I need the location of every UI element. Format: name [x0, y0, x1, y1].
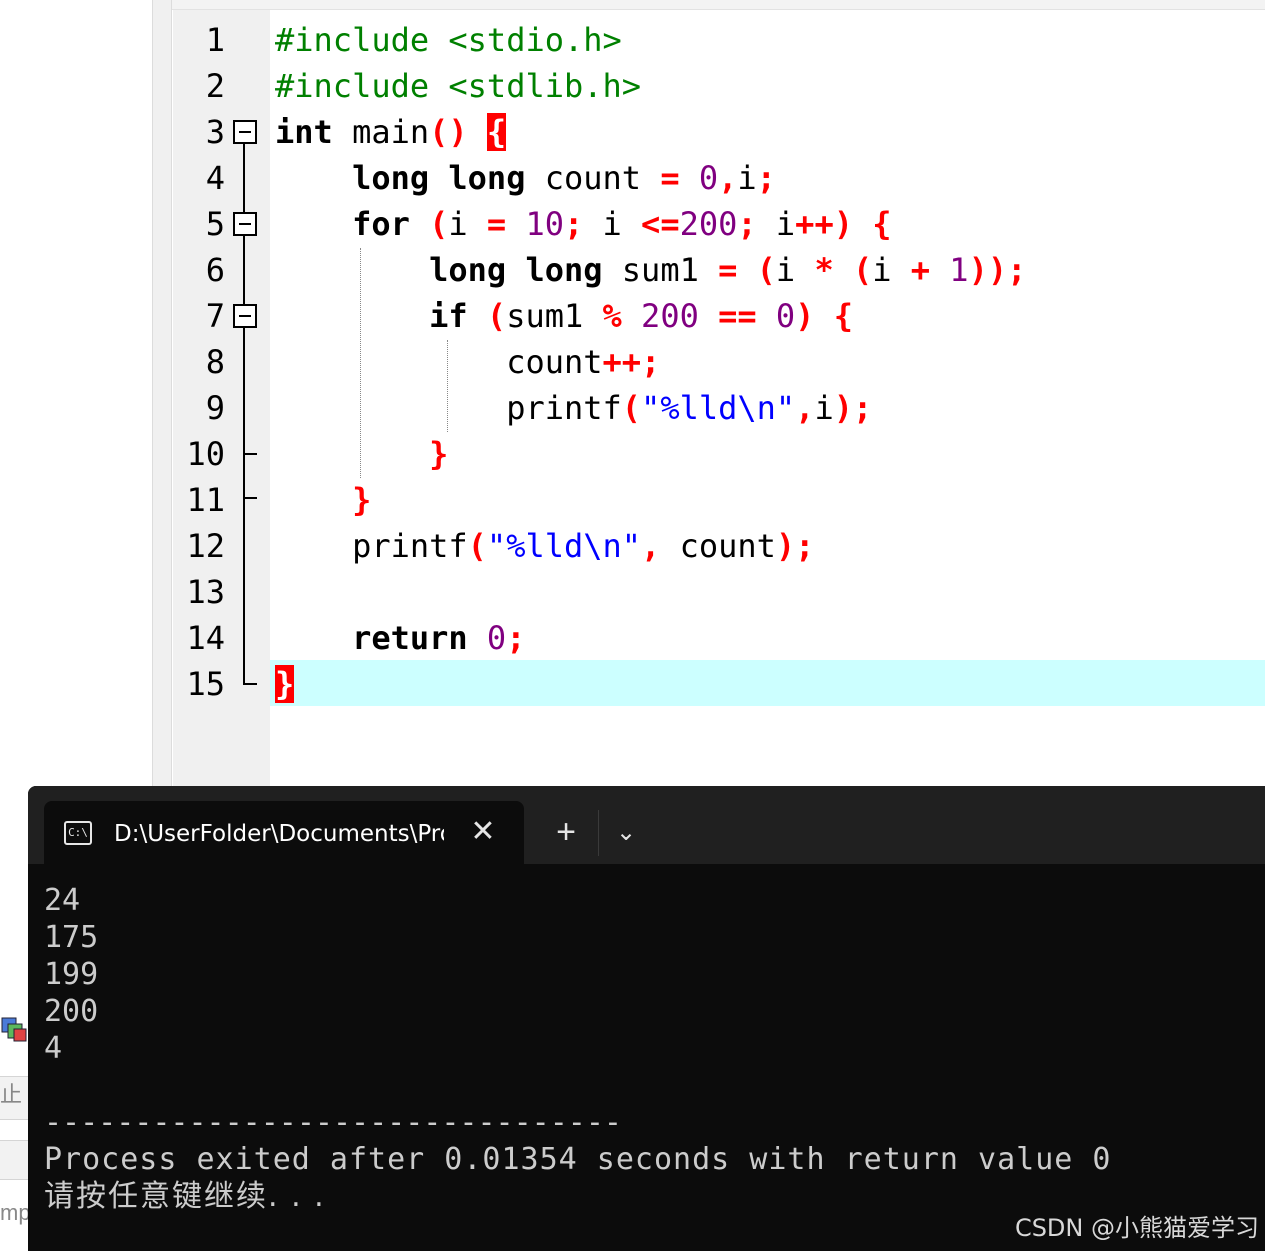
line-number: 3 — [205, 113, 225, 151]
code-line: count++; — [275, 343, 661, 381]
output-separator: -------------------------------- — [44, 1105, 622, 1140]
chevron-down-icon[interactable]: ⌄ — [610, 814, 642, 852]
code-line: #include <stdlib.h> — [275, 67, 642, 105]
project-icon[interactable] — [0, 1014, 28, 1044]
left-panel-fragment: 止 — [0, 1082, 23, 1107]
output-line: 24 — [44, 883, 81, 918]
press-key-message: 请按任意键继续. . . — [44, 1179, 326, 1214]
line-number: 13 — [186, 573, 225, 611]
line-number: 4 — [205, 159, 225, 197]
left-panel-fragment: mp — [0, 1200, 28, 1225]
watermark: CSDN @小熊猫爱学习 — [1014, 1214, 1259, 1242]
line-number: 10 — [186, 435, 225, 473]
line-number: 14 — [186, 619, 225, 657]
close-tab-button[interactable]: ✕ — [468, 813, 498, 851]
fold-end-marker — [243, 497, 257, 499]
code-line: return 0; — [352, 619, 526, 657]
terminal-window[interactable]: C:\ D:\UserFolder\Documents\Pro ✕ + ⌄ 24… — [28, 786, 1265, 1251]
line-number: 11 — [186, 481, 225, 519]
fold-end-marker — [243, 683, 257, 685]
output-line: 4 — [44, 1031, 63, 1066]
line-number: 5 — [205, 205, 225, 243]
line-number: 8 — [205, 343, 225, 381]
line-number: 12 — [186, 527, 225, 565]
tab-title: D:\UserFolder\Documents\Pro — [114, 821, 444, 847]
code-line: } — [352, 481, 372, 519]
output-line: 199 — [44, 957, 99, 992]
top-strip — [0, 0, 1265, 10]
fold-toggle-icon[interactable] — [233, 212, 257, 236]
fold-toggle-icon[interactable] — [233, 304, 257, 328]
code-line: long long sum1 = (i * (i + 1)); — [429, 251, 1027, 289]
code-line: for (i = 10; i <=200; i++) { — [352, 205, 892, 243]
fold-end-marker — [243, 453, 257, 455]
console-icon: C:\ — [64, 821, 92, 845]
current-line-highlight — [270, 660, 1265, 706]
code-line: } — [429, 435, 449, 473]
code-line: #include <stdio.h> — [275, 21, 622, 59]
code-line: printf("%lld\n",i); — [275, 389, 873, 427]
terminal-tab[interactable]: C:\ D:\UserFolder\Documents\Pro ✕ — [44, 801, 524, 864]
new-tab-button[interactable]: + — [548, 812, 584, 852]
line-number: 2 — [205, 67, 225, 105]
line-number: 7 — [205, 297, 225, 335]
code-line: int main() { — [275, 113, 507, 151]
code-line: long long count = 0,i; — [352, 159, 776, 197]
code-line: if (sum1 % 200 == 0) { — [429, 297, 853, 335]
tab-separator — [598, 810, 599, 856]
line-number: 9 — [205, 389, 225, 427]
code-line: } — [275, 665, 295, 703]
output-line: 200 — [44, 994, 99, 1029]
line-number: 6 — [205, 251, 225, 289]
terminal-tab-bar: C:\ D:\UserFolder\Documents\Pro ✕ + ⌄ — [28, 786, 1265, 864]
line-number: 15 — [186, 665, 225, 703]
left-panel-strip — [0, 1140, 28, 1180]
process-exit-message: Process exited after 0.01354 seconds wit… — [44, 1142, 1112, 1177]
line-number: 1 — [205, 21, 225, 59]
fold-toggle-icon[interactable] — [233, 120, 257, 144]
output-line: 175 — [44, 920, 99, 955]
code-line: printf("%lld\n", count); — [275, 527, 815, 565]
